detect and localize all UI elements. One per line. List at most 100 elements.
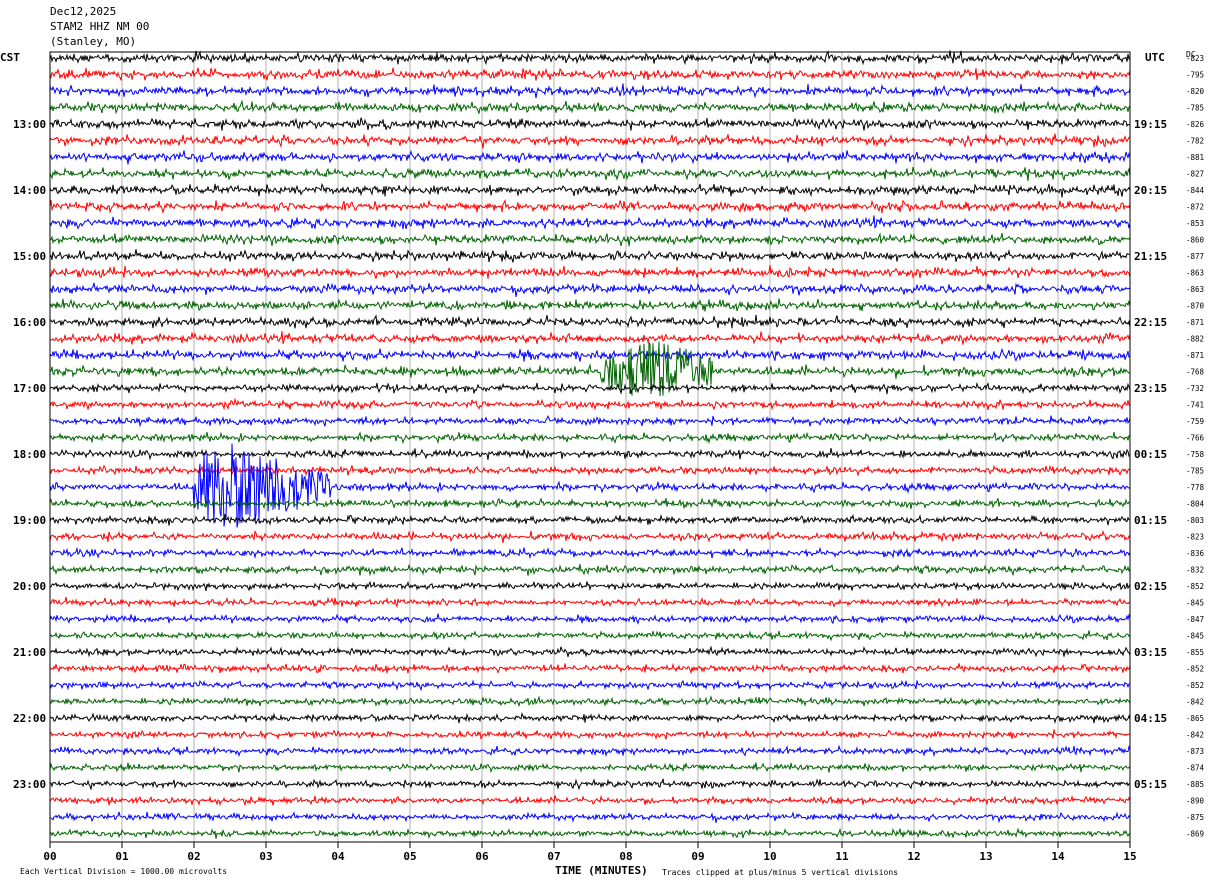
dc-offset-label: -870 (1186, 302, 1205, 311)
left-hour-label: 20:00 (13, 580, 46, 593)
dc-offset-label: -869 (1186, 830, 1204, 839)
trace-3 (49, 99, 1131, 115)
dc-offset-label: -871 (1186, 351, 1204, 360)
trace-9 (49, 198, 1131, 215)
dc-offset-label: -882 (1186, 335, 1204, 344)
trace-43 (49, 762, 1131, 774)
dc-offset-label: -803 (1186, 516, 1204, 525)
trace-30 (49, 546, 1131, 560)
dc-offset-label: -778 (1186, 483, 1205, 492)
trace-28 (49, 513, 1130, 526)
x-tick-label: 04 (331, 850, 345, 863)
trace-7 (49, 166, 1131, 182)
trace-42 (49, 744, 1131, 758)
x-tick-label: 07 (547, 850, 560, 863)
dc-label: DC (1186, 50, 1196, 59)
trace-22 (49, 414, 1131, 428)
dc-offset-label: -823 (1186, 533, 1204, 542)
right-hour-label: 04:15 (1134, 712, 1167, 725)
trace-46 (49, 810, 1131, 824)
trace-14 (49, 282, 1131, 297)
trace-47 (49, 827, 1131, 840)
right-hour-label: 00:15 (1134, 448, 1167, 461)
dc-offset-label: -836 (1186, 549, 1205, 558)
dc-offset-label: -826 (1186, 120, 1205, 129)
dc-offset-label: -785 (1186, 104, 1204, 113)
left-hour-label: 23:00 (13, 778, 46, 791)
trace-29 (49, 529, 1131, 543)
left-hour-label: 15:00 (13, 250, 46, 263)
x-tick-label: 09 (691, 850, 704, 863)
x-tick-label: 08 (619, 850, 632, 863)
trace-5 (49, 133, 1131, 149)
trace-45 (49, 794, 1131, 807)
left-hour-label: 16:00 (13, 316, 46, 329)
dc-offset-label: -741 (1186, 401, 1204, 410)
dc-offset-label: -842 (1186, 731, 1204, 740)
trace-8 (49, 182, 1131, 198)
dc-offset-label: -865 (1186, 714, 1204, 723)
trace-16 (49, 314, 1131, 329)
trace-36 (49, 645, 1131, 658)
x-tick-label: 11 (835, 850, 849, 863)
dc-offset-label: -875 (1186, 813, 1204, 822)
helicorder-plot: 00 01 02 03 04 05 06 07 08 09 10 11 12 13 14 15 -823 -79… (13, 50, 1205, 863)
dc-offset-label: -845 (1186, 632, 1204, 641)
dc-offset-label: -827 (1186, 170, 1204, 179)
trace-12 (49, 249, 1131, 263)
trace-10 (49, 215, 1131, 230)
dc-offset-label: -785 (1186, 467, 1204, 476)
trace-27 (49, 497, 1131, 510)
time-grid (49, 52, 1131, 842)
right-hour-label: 03:15 (1134, 646, 1167, 659)
trace-38 (49, 679, 1131, 692)
x-tick-label: 00 (43, 850, 56, 863)
right-hour-label: 23:15 (1134, 382, 1167, 395)
dc-offset-label: -766 (1186, 434, 1205, 443)
trace-40 (49, 712, 1131, 725)
trace-20 (49, 381, 1131, 395)
x-tick-label: 10 (763, 850, 776, 863)
dc-offset-label: -759 (1186, 417, 1204, 426)
x-tick-label: 14 (1051, 850, 1065, 863)
dc-offset-label: -844 (1186, 186, 1205, 195)
dc-offset-label: -842 (1186, 698, 1204, 707)
right-timezone-label: UTC (1145, 51, 1165, 64)
trace-13 (49, 265, 1131, 280)
x-axis-ticks: 00 01 02 03 04 05 06 07 08 09 10 11 12 13 14 15 (43, 842, 1137, 863)
trace-44 (49, 778, 1130, 791)
dc-offset-label: -874 (1186, 764, 1205, 773)
trace-31 (49, 563, 1131, 577)
trace-4 (49, 117, 1131, 131)
x-tick-label: 02 (187, 850, 200, 863)
dc-offset-label: -881 (1186, 153, 1204, 162)
right-hour-label: 21:15 (1134, 250, 1167, 263)
dc-offset-label: -860 (1186, 236, 1205, 245)
dc-offset-label: -820 (1186, 87, 1205, 96)
dc-offset-label: -853 (1186, 219, 1204, 228)
dc-offset-label: -852 (1186, 681, 1204, 690)
dc-offset-label: -863 (1186, 285, 1204, 294)
x-tick-label: 12 (907, 850, 920, 863)
right-hour-label: 19:15 (1134, 118, 1167, 131)
x-tick-label: 03 (259, 850, 272, 863)
dc-offset-label: -873 (1186, 747, 1204, 756)
left-hour-label: 21:00 (13, 646, 46, 659)
trace-1 (49, 67, 1131, 81)
trace-17 (49, 331, 1131, 346)
x-tick-label: 01 (115, 850, 129, 863)
trace-11 (49, 232, 1131, 247)
scale-note: Each Vertical Division = 1000.00 microvo… (20, 867, 228, 876)
trace-24 (49, 448, 1131, 461)
trace-37 (49, 662, 1131, 675)
dc-offset-label: -871 (1186, 318, 1204, 327)
dc-offset-label: -804 (1186, 500, 1205, 509)
trace-41 (49, 729, 1131, 740)
right-hour-label: 02:15 (1134, 580, 1167, 593)
trace-39 (49, 694, 1131, 708)
trace-32 (49, 580, 1131, 592)
left-hour-label: 19:00 (13, 514, 46, 527)
trace-18 (49, 347, 1131, 362)
seismic-traces (49, 50, 1131, 840)
trace-23 (49, 431, 1131, 445)
